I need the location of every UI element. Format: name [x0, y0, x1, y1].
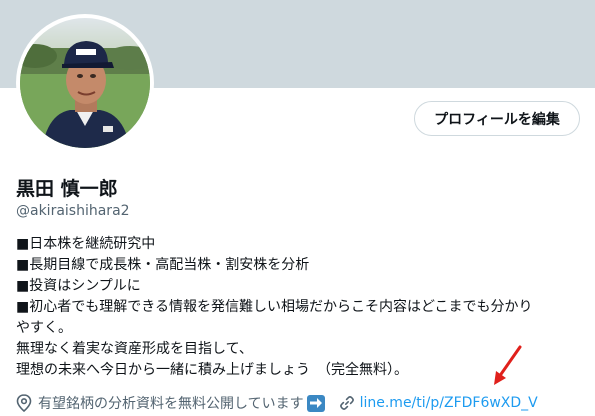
profile-link[interactable]: line.me/ti/p/ZFDF6wXD_V: [360, 395, 538, 411]
bio-line: ■長期目線で成長株・高配当株・割安株を分析: [16, 257, 310, 273]
bio-line: ■投資はシンプルに: [16, 278, 141, 294]
avatar[interactable]: [16, 14, 154, 152]
link-icon: [339, 395, 355, 411]
location-text: 有望銘柄の分析資料を無料公開しています: [38, 396, 304, 412]
bio-line: ■初心者でも理解できる情報を発信難しい相場だからこそ内容はどこまでも分かり: [16, 299, 533, 315]
avatar-photo: [20, 18, 150, 148]
edit-profile-button[interactable]: プロフィールを編集: [414, 101, 580, 136]
bio-line: ■日本株を継続研究中: [16, 236, 156, 252]
red-annotation-arrow: [494, 345, 522, 385]
location-pin-icon: [16, 394, 32, 412]
profile-meta-row: 有望銘柄の分析資料を無料公開しています line.me/ti/p/ZFDF6wX…: [16, 393, 538, 413]
bio-line: やすく。: [16, 320, 72, 336]
profile-handle: @akiraishihara2: [16, 203, 130, 219]
right-arrow-emoji-icon: [306, 394, 325, 412]
profile-name: 黒田 慎一郎: [16, 178, 118, 200]
